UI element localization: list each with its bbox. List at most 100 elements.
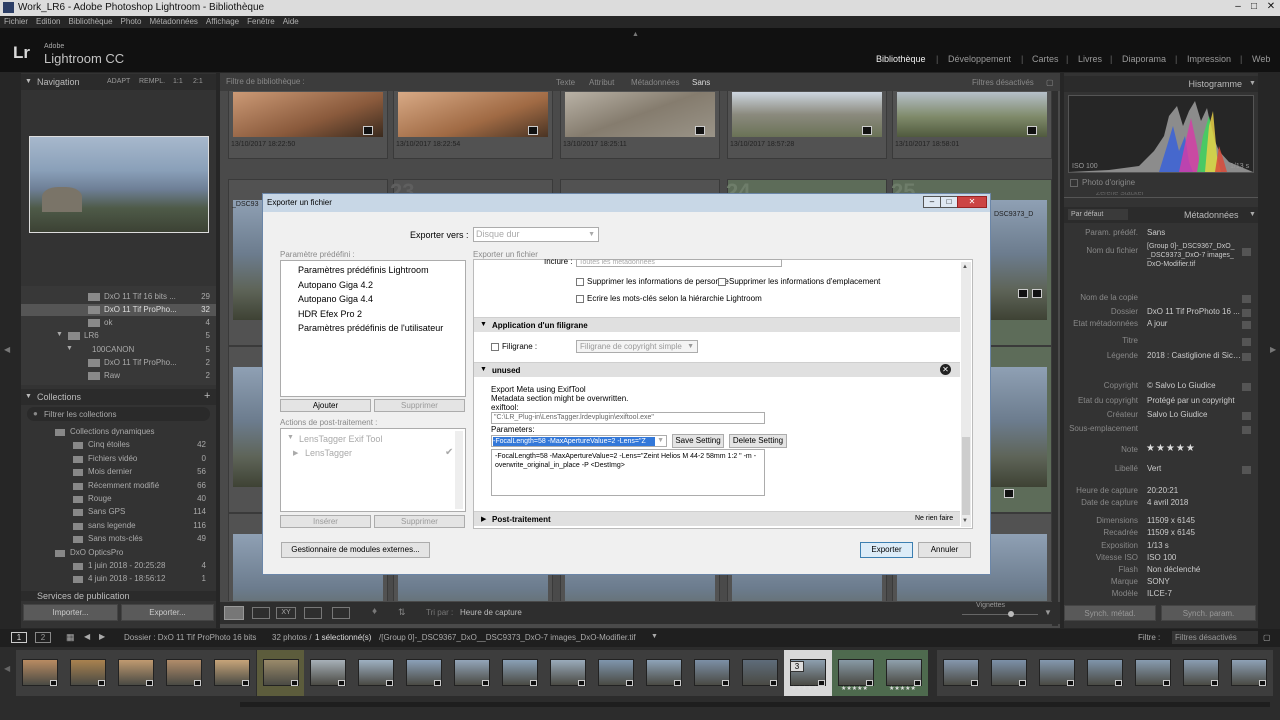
preset-folder[interactable]: Paramètres prédéfinis Lightroom [285,265,463,278]
filter-tab-attribut[interactable]: Attribut [589,78,614,87]
top-panel-toggle-icon[interactable]: ▲ [632,31,639,38]
navigator-preview[interactable] [29,136,209,233]
filmstrip-cell[interactable] [1129,650,1177,696]
section-expand-icon[interactable]: ▶ [481,515,486,523]
field-action-icon[interactable] [1242,295,1251,303]
grid-cell[interactable]: 13/10/2017 18:58:01 [892,91,1052,159]
collection-filter-field[interactable]: ● Filtrer les collections [27,407,210,421]
filmstrip-filter-select[interactable]: Filtres désactivés [1172,631,1258,644]
filmstrip-cell[interactable] [592,650,640,696]
add-preset-button[interactable]: Ajouter [280,399,371,412]
collection-item[interactable]: Cinq étoiles 42 [21,440,216,452]
collapse-triangle-icon[interactable]: ▼ [25,393,32,400]
expand-triangle-icon[interactable]: ▼ [56,331,63,338]
compare-view-icon[interactable]: XY [276,607,296,619]
module-web[interactable]: Web [1252,54,1270,64]
module-developpement[interactable]: Développement [948,54,1011,64]
collection-item[interactable]: Sans mots-clés 49 [21,534,216,546]
post-processing-section-header[interactable]: Post-traitement [474,511,960,526]
filter-tab-metadonnees[interactable]: Métadonnées [631,78,679,87]
metadata-value[interactable]: Vert [1147,464,1242,473]
collection-item[interactable]: Fichiers vidéo 0 [21,454,216,466]
photo-thumbnail[interactable] [732,92,882,137]
filter-presets-select[interactable]: Filtres désactivés [972,78,1034,87]
folder-row[interactable]: ok 4 [88,318,212,329]
histogram-header[interactable]: Histogramme [1064,76,1258,92]
stack-count-badge[interactable]: 3 [790,661,804,672]
dialog-minimize-icon[interactable]: – [923,196,941,208]
display-1-button[interactable]: 1 [11,632,27,643]
add-collection-icon[interactable]: + [204,390,210,402]
post-action-group[interactable]: LensTagger Exif Tool [299,434,382,444]
preset-folder[interactable]: Autopano Giga 4.2 [285,280,463,293]
metadata-value[interactable]: © Salvo Lo Giudice [1147,381,1242,390]
filmstrip-cell[interactable] [1033,650,1081,696]
params-textarea[interactable]: -FocalLength=58 -MaxApertureValue=2 -Len… [491,449,765,496]
filmstrip-cell[interactable] [736,650,784,696]
metadata-preset-select[interactable]: Par défaut [1068,209,1128,220]
close-icon[interactable]: ✕ [1263,1,1279,14]
folder-row[interactable]: DxO 11 Tif ProPho... 2 [88,358,212,369]
section-collapse-icon[interactable]: ▼ [480,366,487,373]
menu-aide[interactable]: Aide [283,16,299,28]
remove-person-checkbox[interactable] [576,278,584,286]
exiftool-path-field[interactable]: "C:\LR_Plug-in\LensTagger.lrdevplugin\ex… [491,412,765,424]
collection-set[interactable]: Collections dynamiques [21,427,216,439]
photo-thumbnail[interactable] [233,92,383,137]
path-dropdown-icon[interactable]: ▼ [651,633,658,640]
publish-header[interactable]: Services de publication [21,591,216,601]
watermark-select[interactable]: Filigrane de copyright simple ▼ [576,340,698,353]
grid-small-icon[interactable]: ▦ [66,632,75,643]
watermark-checkbox[interactable] [491,343,499,351]
collection-set[interactable]: DxO OpticsPro [21,548,216,560]
collapse-triangle-icon[interactable]: ▼ [25,78,32,85]
field-action-icon[interactable] [1242,248,1251,256]
scroll-thumb[interactable] [962,437,970,515]
post-actions-list[interactable]: ▼ LensTagger Exif Tool ▶ LensTagger ✔ [280,428,466,512]
folder-row[interactable]: DxO 11 Tif ProPho... 32 [88,305,212,316]
thumbnail-size-slider[interactable] [962,614,1038,615]
display-2-button[interactable]: 2 [35,632,51,643]
filmstrip-cell[interactable] [160,650,208,696]
module-livres[interactable]: Livres [1078,54,1102,64]
filmstrip-cell[interactable] [1177,650,1225,696]
watermark-section-header[interactable]: Application d'un filigrane [474,317,960,332]
metadata-header[interactable]: Par défaut Métadonnées ▼ [1064,207,1258,223]
filmstrip-cell[interactable] [937,650,985,696]
left-panel-toggle-icon[interactable]: ◀ [4,345,10,354]
collections-header[interactable]: Collections [21,389,216,405]
field-action-icon[interactable] [1242,466,1251,474]
menu-edition[interactable]: Edition [36,16,60,28]
field-action-icon[interactable] [1242,383,1251,391]
export-confirm-button[interactable]: Exporter [860,542,913,558]
photo-thumbnail[interactable] [565,92,715,137]
collection-item[interactable]: Sans GPS 114 [21,507,216,519]
histogram[interactable] [1068,95,1254,173]
filmstrip-cell[interactable] [352,650,400,696]
metadata-value[interactable]: Salvo Lo Giudice [1147,410,1242,419]
module-bibliotheque[interactable]: Bibliothèque [876,54,926,64]
survey-view-icon[interactable] [304,607,322,619]
field-action-icon[interactable] [1242,412,1251,420]
collection-item[interactable]: Rouge 40 [21,494,216,506]
include-select[interactable]: Toutes les métadonnées [576,259,782,267]
lock-icon[interactable]: ▢ [1046,78,1054,87]
field-action-icon[interactable] [1242,321,1251,329]
export-to-select[interactable]: Disque dur ▼ [473,227,599,242]
right-panel-toggle-icon[interactable]: ▶ [1270,345,1276,354]
filmstrip-cell[interactable] [496,650,544,696]
expand-triangle-icon[interactable]: ▼ [66,345,73,352]
filmstrip-cell[interactable] [257,650,305,696]
field-action-icon[interactable] [1242,338,1251,346]
maximize-icon[interactable]: □ [1246,1,1262,14]
filmstrip-cell[interactable] [1081,650,1129,696]
remove-action-button[interactable]: Supprimer [374,515,465,528]
collapse-triangle-icon[interactable]: ▼ [1249,211,1256,218]
section-collapse-icon[interactable]: ▼ [480,321,487,328]
filmstrip-cell[interactable] [985,650,1033,696]
grid-cell[interactable]: 13/10/2017 18:22:50 [228,91,388,159]
menu-metadonnees[interactable]: Métadonnées [149,16,197,28]
dialog-maximize-icon[interactable]: □ [940,196,958,208]
scroll-down-icon[interactable]: ▼ [962,518,968,524]
collection-item[interactable]: 4 juin 2018 - 18:56:12 1 [21,574,216,586]
